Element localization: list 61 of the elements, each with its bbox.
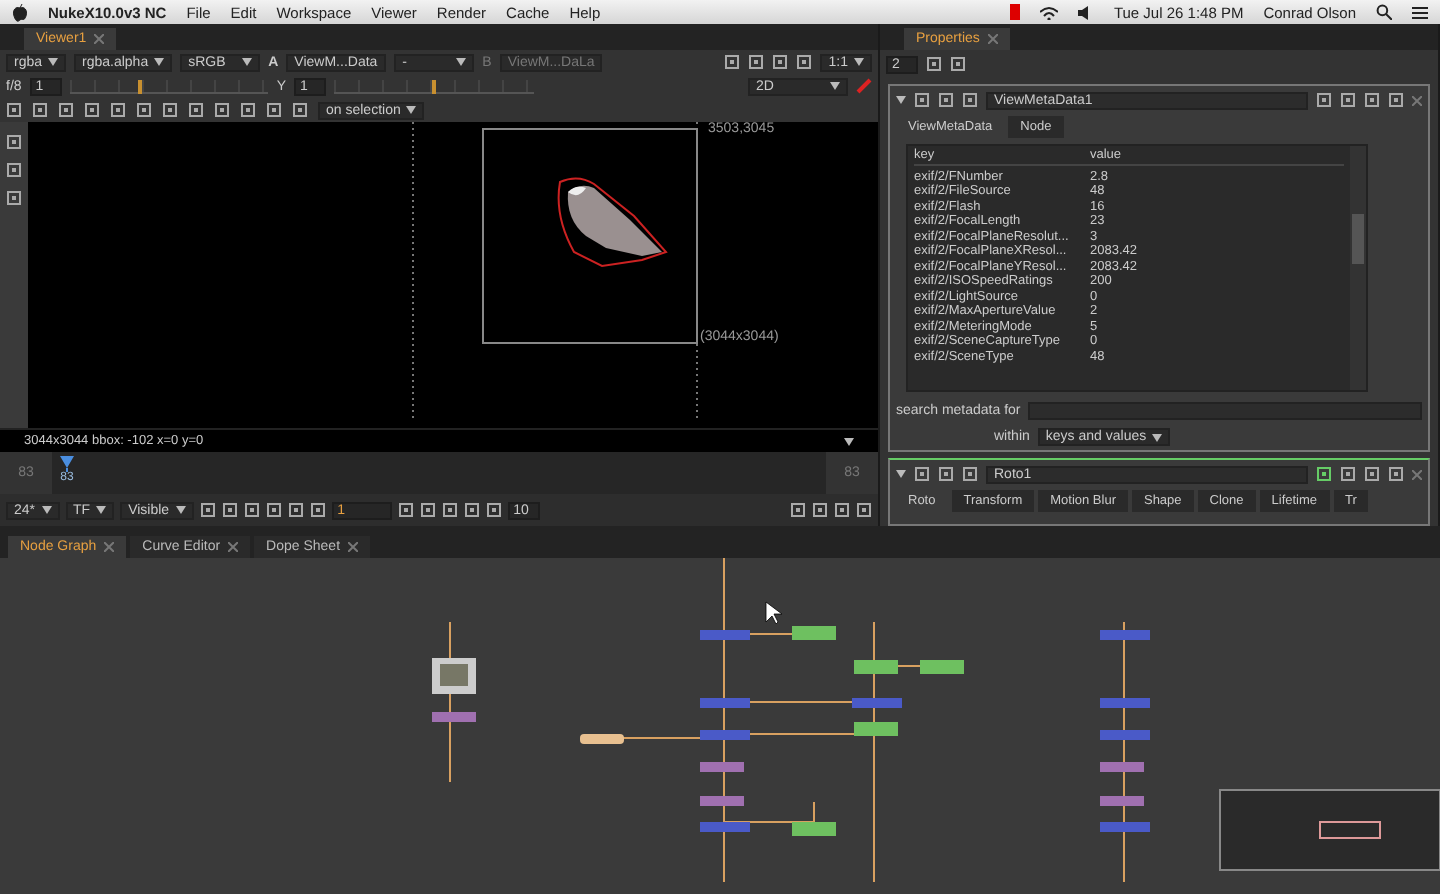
node[interactable]: [852, 698, 902, 708]
node[interactable]: [580, 734, 624, 744]
caret-icon: [406, 106, 417, 114]
node[interactable]: [432, 712, 476, 722]
node[interactable]: [854, 660, 898, 674]
caret-icon: [830, 82, 841, 90]
caret-icon: [48, 58, 59, 66]
cursor-icon: [765, 601, 783, 625]
color-swatch-icon[interactable]: [1340, 92, 1356, 108]
close-icon: [1412, 95, 1422, 105]
brush-icon[interactable]: [856, 78, 873, 94]
battery-icon: [1009, 4, 1020, 20]
node[interactable]: [854, 722, 898, 736]
caret-icon: [844, 437, 854, 445]
node[interactable]: [1100, 730, 1150, 740]
close-icon: [228, 542, 239, 552]
node[interactable]: [1100, 762, 1144, 772]
close-icon: [348, 542, 359, 552]
node[interactable]: [1100, 698, 1150, 708]
node[interactable]: [700, 630, 750, 640]
minimap[interactable]: [1219, 789, 1440, 871]
caret-icon: [896, 470, 906, 478]
node[interactable]: [792, 626, 836, 640]
read-node-thumbnail[interactable]: [432, 658, 476, 694]
list-icon: [1412, 5, 1428, 19]
node[interactable]: [700, 796, 744, 806]
close-icon: [104, 542, 115, 552]
slider-thumb[interactable]: [137, 79, 142, 93]
node[interactable]: [700, 698, 750, 708]
color-swatch-icon[interactable]: [1316, 466, 1332, 482]
caret-icon: [41, 506, 52, 514]
caret-icon: [896, 96, 906, 104]
volume-icon: [1077, 5, 1094, 19]
color-swatch-icon[interactable]: [1340, 466, 1356, 482]
close-icon: [987, 34, 998, 44]
search-icon: [1376, 4, 1392, 20]
caret-icon: [96, 506, 107, 514]
slider-thumb[interactable]: [431, 79, 436, 93]
search-field[interactable]: [1028, 402, 1422, 420]
wifi-icon: [1039, 5, 1058, 19]
gain-slider[interactable]: [69, 79, 269, 93]
caret-icon: [1152, 433, 1163, 441]
node[interactable]: [792, 822, 836, 836]
node[interactable]: [920, 660, 964, 674]
caret-icon: [242, 58, 253, 66]
close-icon: [94, 34, 105, 44]
node[interactable]: [1100, 630, 1150, 640]
node[interactable]: [700, 730, 750, 740]
gamma-slider[interactable]: [333, 79, 533, 93]
caret-icon: [154, 58, 165, 66]
node[interactable]: [1100, 796, 1144, 806]
scrollbar[interactable]: [1350, 146, 1366, 390]
close-icon: [1412, 469, 1422, 479]
node[interactable]: [700, 762, 744, 772]
caret-icon: [854, 58, 864, 66]
color-swatch-icon[interactable]: [1316, 92, 1332, 108]
node[interactable]: [1100, 822, 1150, 832]
node[interactable]: [700, 822, 750, 832]
playhead-icon: [60, 456, 74, 472]
caret-icon: [456, 58, 467, 66]
caret-icon: [175, 506, 186, 514]
